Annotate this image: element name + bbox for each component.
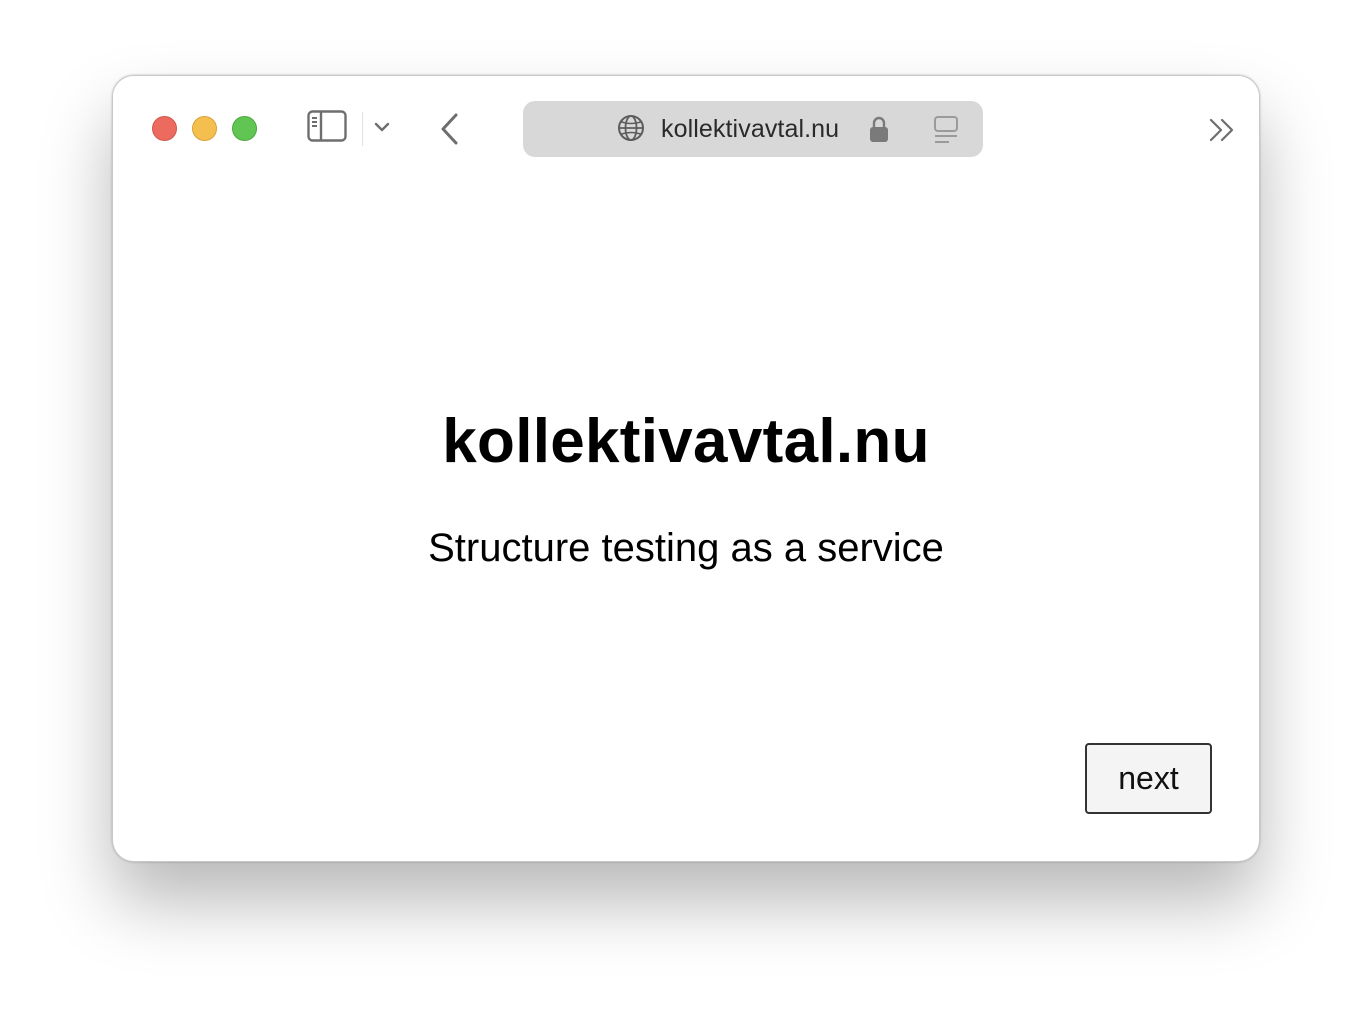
chevron-double-right-icon[interactable] <box>1208 117 1236 143</box>
page-title: kollektivavtal.nu <box>442 407 930 476</box>
desktop-background: kollektivavtal.nu kollektivavtal.nu Stru… <box>0 0 1372 1010</box>
next-button[interactable]: next <box>1085 743 1212 814</box>
chevron-down-icon[interactable] <box>373 120 391 134</box>
window-minimize-button[interactable] <box>192 116 217 141</box>
lock-icon[interactable] <box>869 115 889 143</box>
url-text[interactable]: kollektivavtal.nu <box>661 115 839 143</box>
page-tagline: Structure testing as a service <box>428 526 944 570</box>
page-content: kollektivavtal.nu Structure testing as a… <box>113 182 1259 861</box>
window-close-button[interactable] <box>152 116 177 141</box>
toolbar-divider <box>362 112 363 146</box>
window-zoom-button[interactable] <box>232 116 257 141</box>
browser-toolbar: kollektivavtal.nu <box>113 76 1259 182</box>
back-icon[interactable] <box>438 112 462 146</box>
browser-window: kollektivavtal.nu kollektivavtal.nu Stru… <box>112 75 1260 862</box>
reader-icon[interactable] <box>933 115 959 145</box>
globe-icon <box>618 115 644 141</box>
sidebar-icon[interactable] <box>307 110 347 142</box>
address-bar[interactable]: kollektivavtal.nu <box>523 101 983 157</box>
